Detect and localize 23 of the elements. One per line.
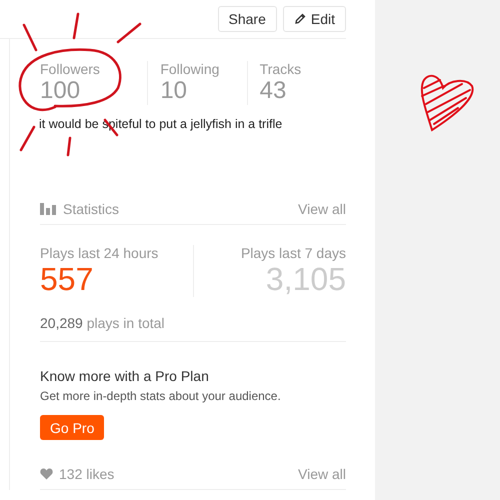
stat-label: Followers	[40, 61, 101, 77]
promo-title: Know more with a Pro Plan	[40, 368, 210, 384]
plays-label: Plays last 24 hours	[40, 245, 160, 261]
likes-count: 132 likes	[59, 466, 114, 482]
heart-icon	[40, 468, 53, 480]
view-all-link[interactable]: View all	[298, 201, 346, 217]
plays-count: 557	[40, 261, 94, 297]
promo-text: Get more in-depth stats about your audience.	[40, 389, 282, 403]
go-pro-button[interactable]: Go Pro	[40, 415, 104, 440]
section-title: Statistics	[63, 201, 120, 217]
heart-drawing	[420, 74, 474, 131]
stat-value: 10	[160, 77, 188, 105]
stat-label: Following	[160, 61, 220, 77]
plays-label: Plays last 7 days	[240, 245, 346, 261]
share-button[interactable]: Share	[218, 6, 277, 32]
bar-chart-icon	[40, 203, 57, 215]
total-plays: 20,289 plays in total	[40, 315, 346, 342]
view-all-link[interactable]: View all	[298, 466, 346, 482]
stat-label: Tracks	[260, 61, 302, 77]
stat-value: 43	[260, 77, 288, 105]
edit-button[interactable]: Edit	[282, 6, 346, 32]
pencil-icon	[294, 13, 306, 25]
stat-value: 100	[40, 77, 82, 105]
